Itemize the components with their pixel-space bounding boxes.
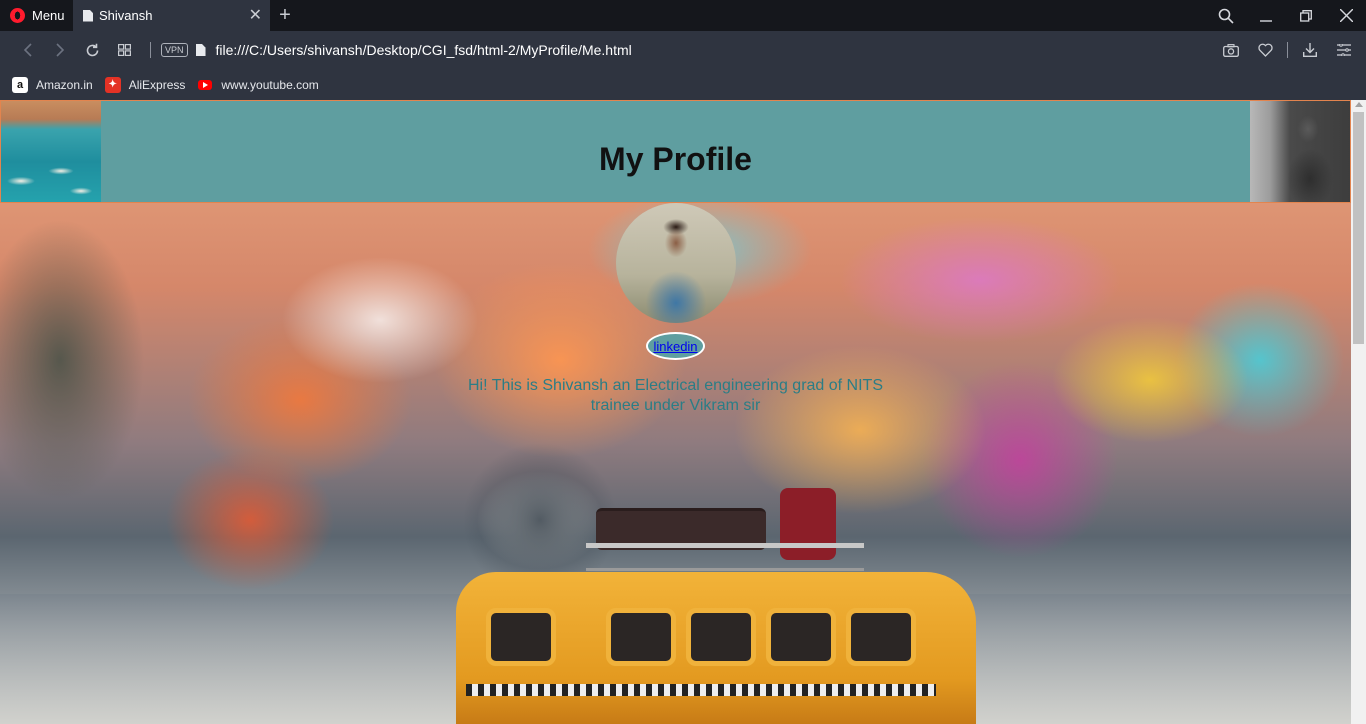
avatar (616, 203, 736, 323)
bus-window (486, 608, 556, 666)
new-tab-button[interactable]: + (270, 0, 300, 31)
bio-text: Hi! This is Shivansh an Electrical engin… (0, 376, 1351, 416)
profile-header: My Profile (0, 100, 1351, 203)
bookmark-label: Amazon.in (36, 77, 93, 92)
opera-menu-button[interactable]: Menu (0, 0, 73, 31)
close-window-icon[interactable] (1326, 0, 1366, 31)
camera-icon[interactable] (1215, 35, 1247, 65)
toolbar-divider-right (1287, 42, 1288, 58)
bookmarks-bar: a Amazon.in ✦ AliExpress www.youtube.com (0, 69, 1366, 100)
vpn-badge[interactable]: VPN (161, 43, 188, 57)
bus-window (606, 608, 676, 666)
heart-icon[interactable] (1249, 35, 1281, 65)
vertical-scrollbar[interactable] (1351, 100, 1366, 724)
tab-active[interactable]: Shivansh ✕ (73, 0, 270, 31)
youtube-icon (197, 77, 213, 93)
bio-line-1: Hi! This is Shivansh an Electrical engin… (467, 377, 883, 394)
bookmark-amazon[interactable]: a Amazon.in (12, 76, 93, 93)
page-icon (83, 9, 93, 22)
linkedin-button[interactable]: linkedin (646, 332, 705, 360)
scrollbar-thumb[interactable] (1353, 112, 1364, 344)
bio-line-2: trainee under Vikram sir (590, 397, 761, 414)
speed-dial-icon[interactable] (108, 35, 140, 65)
address-bar[interactable]: file:///C:/Users/shivansh/Desktop/CGI_fs… (216, 42, 1215, 58)
reload-icon[interactable] (76, 35, 108, 65)
forward-icon[interactable] (44, 35, 76, 65)
bus-window (766, 608, 836, 666)
bookmark-aliexpress[interactable]: ✦ AliExpress (104, 76, 186, 93)
toolbar-right-group (1215, 35, 1366, 65)
address-toolbar: VPN file:///C:/Users/shivansh/Desktop/CG… (0, 31, 1366, 69)
restore-icon[interactable] (1286, 0, 1326, 31)
file-icon (195, 44, 206, 56)
page-title: My Profile (599, 141, 752, 177)
opera-logo-icon (10, 8, 25, 23)
menu-label: Menu (32, 8, 65, 23)
bus-checker-stripe (466, 684, 936, 696)
close-tab-icon[interactable]: ✕ (249, 7, 262, 24)
minimize-icon[interactable] (1246, 0, 1286, 31)
back-icon[interactable] (12, 35, 44, 65)
toolbar-divider (150, 42, 151, 58)
tab-title: Shivansh (99, 8, 153, 23)
toy-bus-image (436, 488, 986, 724)
header-portrait-image (1250, 101, 1350, 202)
window-controls (1206, 0, 1366, 31)
page-viewport: My Profile linkedin Hi! This is Shivansh… (0, 100, 1351, 724)
bookmark-label: AliExpress (128, 77, 186, 92)
scroll-up-icon[interactable] (1355, 102, 1363, 107)
easy-setup-icon[interactable] (1328, 35, 1360, 65)
bus-roof-rack (586, 543, 864, 571)
amazon-icon: a (12, 76, 28, 93)
bus-window (846, 608, 916, 666)
aliexpress-icon: ✦ (104, 76, 121, 93)
download-icon[interactable] (1294, 35, 1326, 65)
linkedin-link[interactable]: linkedin (653, 339, 697, 354)
search-icon[interactable] (1206, 0, 1246, 31)
bookmark-label: www.youtube.com (221, 77, 319, 92)
tab-strip: Menu Shivansh ✕ + (0, 0, 1366, 31)
bookmark-youtube[interactable]: www.youtube.com (197, 77, 319, 93)
bus-window (686, 608, 756, 666)
